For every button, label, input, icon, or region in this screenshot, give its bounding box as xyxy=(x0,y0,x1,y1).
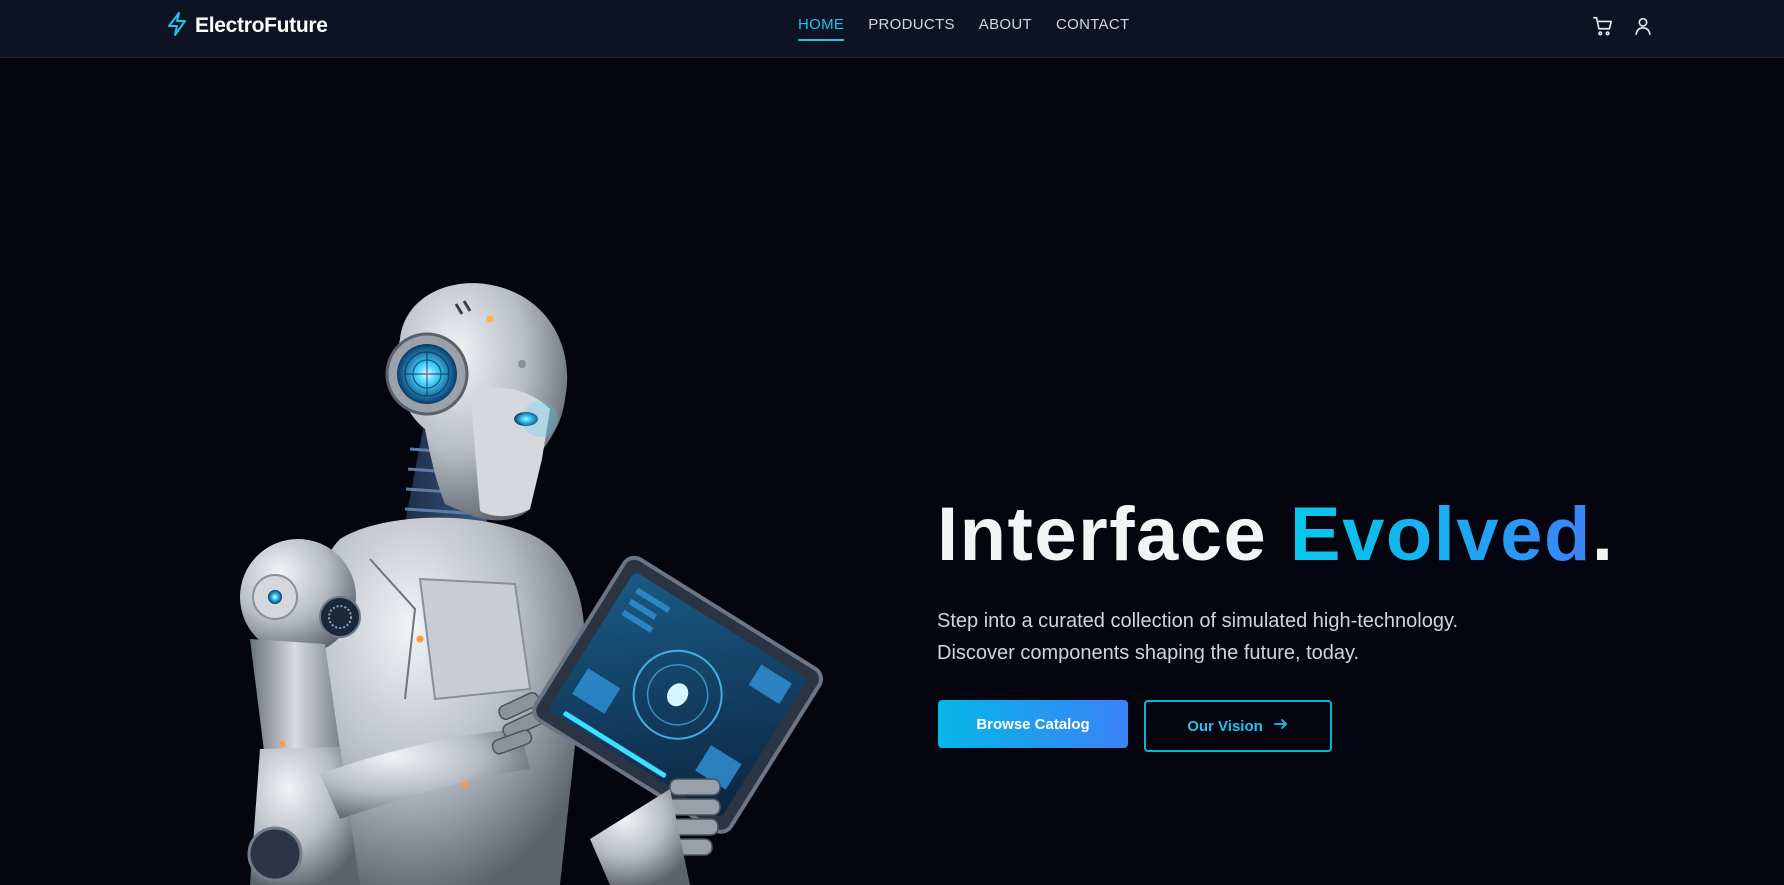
brand-logo-link[interactable]: ElectroFuture xyxy=(165,11,328,42)
cart-icon[interactable] xyxy=(1592,14,1614,38)
nav-actions xyxy=(1592,14,1654,38)
lightning-bolt-icon xyxy=(165,11,189,42)
navbar: ElectroFuture HOME PRODUCTS ABOUT CONTAC… xyxy=(0,0,1784,58)
our-vision-button[interactable]: Our Vision xyxy=(1144,700,1332,752)
hero-subtitle-line1: Step into a curated collection of simula… xyxy=(937,610,1459,632)
hero-title: Interface Evolved. xyxy=(937,497,1615,573)
nav-link-about[interactable]: ABOUT xyxy=(979,16,1032,41)
hero-title-main: Interface xyxy=(937,492,1290,577)
brand-name: ElectroFuture xyxy=(195,14,328,37)
hero-subtitle: Step into a curated collection of simula… xyxy=(937,605,1637,669)
nav-link-contact[interactable]: CONTACT xyxy=(1056,16,1129,41)
robot-illustration xyxy=(240,283,823,885)
hero-title-period: . xyxy=(1591,492,1615,577)
arrow-right-icon xyxy=(1273,716,1289,736)
our-vision-label: Our Vision xyxy=(1187,717,1263,735)
nav-link-home[interactable]: HOME xyxy=(798,16,845,41)
user-icon[interactable] xyxy=(1632,14,1654,38)
hero-section: Interface Evolved. Step into a curated c… xyxy=(0,59,1784,885)
main-nav: HOME PRODUCTS ABOUT CONTACT xyxy=(798,16,1129,41)
hero-subtitle-line2: Discover components shaping the future, … xyxy=(937,642,1360,664)
browse-catalog-button[interactable]: Browse Catalog xyxy=(938,700,1128,748)
nav-link-products[interactable]: PRODUCTS xyxy=(868,16,955,41)
hero-title-accent: Evolved xyxy=(1289,492,1592,577)
